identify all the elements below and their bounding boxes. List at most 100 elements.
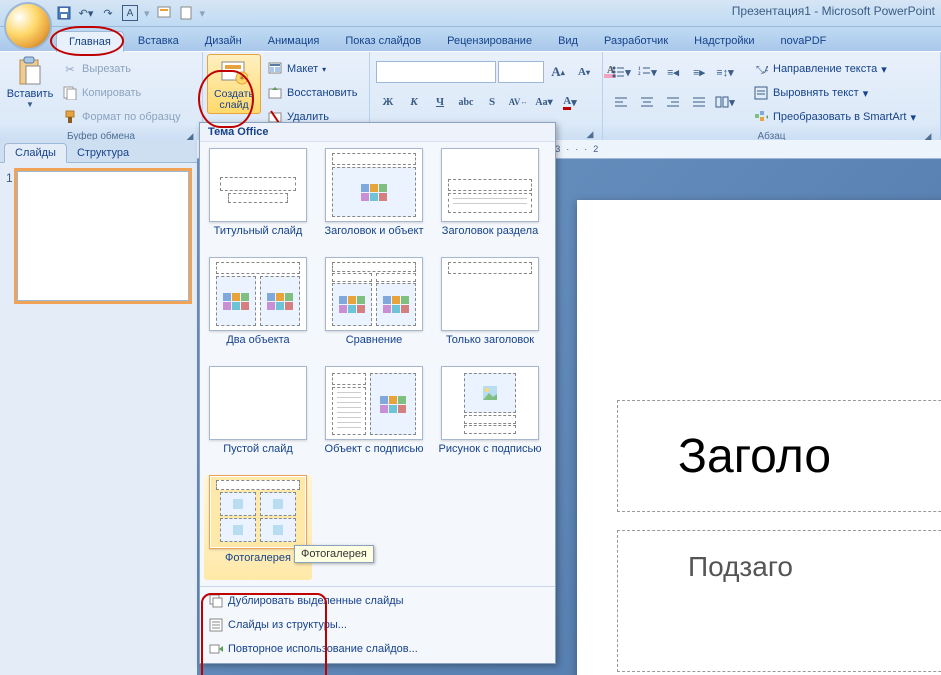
tab-developer[interactable]: Разработчик [592, 31, 680, 51]
layout-item-title[interactable]: Титульный слайд [204, 148, 312, 253]
tab-design[interactable]: Дизайн [193, 31, 254, 51]
layout-button[interactable]: Макет ▾ [263, 58, 361, 80]
tab-view[interactable]: Вид [546, 31, 590, 51]
align-text-button[interactable]: Выровнять текст ▾ [749, 82, 920, 104]
copy-button[interactable]: Копировать [58, 82, 185, 104]
new-slide-button[interactable]: ✶ Создать слайд [207, 54, 261, 114]
duplicate-slides-label: Дублировать выделенные слайды [228, 595, 404, 607]
font-size-combo[interactable] [498, 61, 544, 83]
format-painter-button[interactable]: Формат по образцу [58, 106, 185, 128]
layout-label: Макет [287, 63, 318, 75]
smartart-button[interactable]: Преобразовать в SmartArt ▾ [749, 106, 920, 128]
layout-thumb [209, 366, 307, 440]
tab-slideshow[interactable]: Показ слайдов [333, 31, 433, 51]
slide-thumbnails: 1 [0, 163, 197, 309]
new-slide-label: Создать слайд [212, 89, 256, 111]
save-icon[interactable] [56, 5, 72, 21]
reuse-slides-item[interactable]: Повторное использование слайдов... [200, 637, 555, 661]
reset-label: Восстановить [287, 87, 357, 99]
tab-review[interactable]: Рецензирование [435, 31, 544, 51]
slide-thumbnail-1[interactable] [17, 171, 189, 301]
layout-item-title-only[interactable]: Только заголовок [436, 257, 544, 362]
layout-tooltip: Фотогалерея [294, 545, 374, 563]
layout-item-comparison[interactable]: Сравнение [320, 257, 428, 362]
slides-from-outline-item[interactable]: Слайды из структуры... [200, 613, 555, 637]
paste-button[interactable]: Вставить ▼ [4, 54, 56, 111]
layout-label: Титульный слайд [214, 225, 303, 253]
layout-label: Только заголовок [446, 334, 534, 362]
columns-icon[interactable]: ▾ [713, 90, 737, 114]
layout-item-photo-gallery[interactable]: Фотогалерея [204, 475, 312, 580]
align-text-icon [753, 85, 769, 101]
text-direction-icon: ⤡A [753, 61, 769, 77]
line-spacing-icon[interactable]: ≡↕▾ [713, 60, 737, 84]
strike-icon[interactable]: abc [454, 90, 478, 114]
layout-item-content-caption[interactable]: Объект с подписью [320, 366, 428, 471]
doc-qat-icon[interactable] [178, 5, 194, 21]
shadow-icon[interactable]: S [480, 90, 504, 114]
scissors-icon: ✂ [62, 61, 78, 77]
tab-novapdf[interactable]: novaPDF [769, 31, 839, 51]
numbering-icon[interactable]: 12▾ [635, 60, 659, 84]
char-spacing-icon[interactable]: AV↔ [506, 90, 530, 114]
redo-icon[interactable]: ↷ [100, 5, 116, 21]
grow-font-icon[interactable]: A▴ [546, 60, 570, 84]
title-placeholder[interactable]: Заголо [617, 400, 941, 512]
reset-button[interactable]: Восстановить [263, 82, 361, 104]
shrink-font-icon[interactable]: A▾ [572, 60, 596, 84]
align-text-label: Выровнять текст [773, 87, 859, 99]
bullets-icon[interactable]: ▾ [609, 60, 633, 84]
outline-icon [208, 617, 224, 633]
tab-home[interactable]: Главная [56, 31, 124, 52]
slide-canvas[interactable]: Заголо Подзаго [577, 200, 941, 675]
font-outline-icon[interactable]: A [122, 5, 138, 21]
title-bar: ↶▾ ↷ A ▾ ▾ Презентация1 - Microsoft Powe… [0, 0, 941, 27]
svg-text:2: 2 [638, 72, 641, 77]
align-center-icon[interactable] [635, 90, 659, 114]
layout-thumb [325, 148, 423, 222]
bold-icon[interactable]: Ж [376, 90, 400, 114]
svg-text:⤡A: ⤡A [756, 65, 768, 76]
new-slide-qat-icon[interactable] [156, 5, 172, 21]
align-left-icon[interactable] [609, 90, 633, 114]
smartart-icon [753, 109, 769, 125]
layout-label: Пустой слайд [223, 443, 293, 471]
duplicate-slides-item[interactable]: Дублировать выделенные слайды [200, 589, 555, 613]
layout-item-section[interactable]: Заголовок раздела [436, 148, 544, 253]
tab-insert[interactable]: Вставка [126, 31, 191, 51]
layout-label: Два объекта [226, 334, 289, 362]
font-color-icon[interactable]: A▾ [558, 90, 582, 114]
layout-item-picture-caption[interactable]: Рисунок с подписью [436, 366, 544, 471]
layout-thumb [441, 366, 539, 440]
undo-icon[interactable]: ↶▾ [78, 5, 94, 21]
outline-tab[interactable]: Структура [67, 144, 139, 162]
office-button[interactable] [4, 2, 52, 50]
paste-label: Вставить [7, 88, 54, 100]
tab-addins[interactable]: Надстройки [682, 31, 766, 51]
reuse-slides-label: Повторное использование слайдов... [228, 643, 418, 655]
subtitle-placeholder[interactable]: Подзаго [617, 530, 941, 672]
align-right-icon[interactable] [661, 90, 685, 114]
layout-label: Заголовок и объект [325, 225, 424, 253]
layout-item-blank[interactable]: Пустой слайд [204, 366, 312, 471]
text-direction-button[interactable]: ⤡A Направление текста ▾ [749, 58, 920, 80]
new-slide-dropdown: Тема Office Титульный слайдЗаголовок и о… [199, 122, 556, 664]
layout-label: Рисунок с подписью [439, 443, 542, 471]
justify-icon[interactable] [687, 90, 711, 114]
cut-button[interactable]: ✂ Вырезать [58, 58, 185, 80]
increase-indent-icon[interactable]: ≡▸ [687, 60, 711, 84]
change-case-icon[interactable]: Aa▾ [532, 90, 556, 114]
duplicate-icon [208, 593, 224, 609]
slides-tab[interactable]: Слайды [4, 143, 67, 163]
tab-animation[interactable]: Анимация [256, 31, 332, 51]
text-direction-label: Направление текста [773, 63, 877, 75]
layout-item-two-content[interactable]: Два объекта [204, 257, 312, 362]
layout-item-title-content[interactable]: Заголовок и объект [320, 148, 428, 253]
decrease-indent-icon[interactable]: ≡◂ [661, 60, 685, 84]
font-family-combo[interactable] [376, 61, 496, 83]
layout-label: Фотогалерея [225, 552, 291, 580]
ribbon-tabs: Главная Вставка Дизайн Анимация Показ сл… [0, 27, 941, 51]
layout-thumb [209, 475, 307, 549]
underline-icon[interactable]: Ч [428, 90, 452, 114]
italic-icon[interactable]: К [402, 90, 426, 114]
